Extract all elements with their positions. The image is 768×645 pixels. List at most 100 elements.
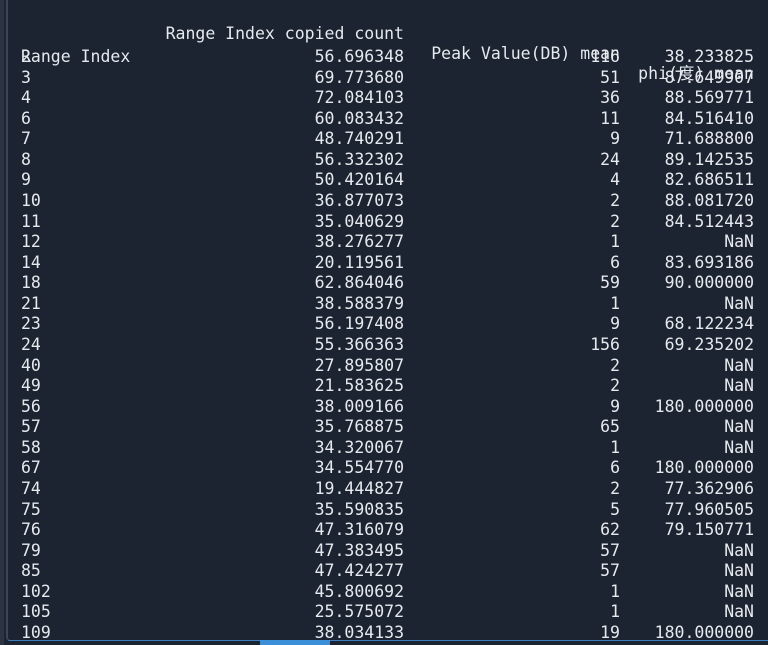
phi-mean: 38.233825 [664, 47, 754, 66]
peak-value: 6 [610, 458, 620, 478]
phi-mean: 88.081720 [664, 190, 754, 210]
row-index: 6 [21, 108, 31, 128]
column-header-row: Range Index copied count Peak Value(DB) … [8, 4, 768, 83]
row-index: 3 [21, 67, 31, 87]
row-index: 102 [21, 581, 51, 601]
row-index: 7 [21, 129, 31, 149]
row-index: 74 [21, 478, 41, 498]
peak-value: 19 [600, 622, 620, 641]
peak-value: 62 [600, 520, 620, 540]
row-index: 40 [21, 355, 41, 375]
row-index: 79 [21, 540, 41, 560]
copied-count: 62.864046 [314, 273, 404, 293]
table-row: 56 38.009166 9 180.000000 [8, 397, 768, 417]
peak-value: 1 [610, 232, 620, 252]
copied-count: 56.332302 [314, 149, 404, 169]
peak-value: 51 [600, 67, 620, 87]
peak-value: 57 [600, 540, 620, 560]
phi-mean: 89.142535 [664, 149, 754, 169]
row-index: 12 [21, 232, 41, 252]
peak-value: 9 [610, 129, 620, 149]
copied-count: 38.009166 [314, 396, 404, 416]
peak-value: 59 [600, 273, 620, 293]
copied-count: 27.895807 [314, 355, 404, 375]
peak-value: 1 [610, 293, 620, 313]
peak-value: 156 [590, 334, 620, 354]
peak-value: 2 [610, 211, 620, 231]
peak-value: 1 [610, 437, 620, 457]
table-row: 109 38.034133 19 180.000000 [8, 622, 768, 641]
table-row: 21 38.588379 1 NaN [8, 294, 768, 314]
phi-mean: 180.000000 [654, 396, 754, 416]
row-index: 75 [21, 499, 41, 519]
peak-value: 2 [610, 190, 620, 210]
phi-mean: 68.122234 [664, 314, 754, 334]
table-row: 8 56.332302 24 89.142535 [8, 150, 768, 170]
phi-mean: NaN [724, 376, 754, 396]
table-row: 7 48.740291 9 71.688800 [8, 129, 768, 149]
peak-value: 65 [600, 417, 620, 437]
row-index: 76 [21, 520, 41, 540]
phi-mean: NaN [724, 437, 754, 457]
table-row: 18 62.864046 59 90.000000 [8, 273, 768, 293]
row-index: 9 [21, 170, 31, 190]
peak-value: 1 [610, 581, 620, 601]
phi-mean: NaN [724, 561, 754, 581]
table-row: 24 55.366363 156 69.235202 [8, 335, 768, 355]
table-row: 58 34.320067 1 NaN [8, 438, 768, 458]
phi-mean: 84.516410 [664, 108, 754, 128]
phi-mean: 84.512443 [664, 211, 754, 231]
index-name-row: Range Index [8, 27, 768, 66]
table-row: 75 35.590835 5 77.960505 [8, 500, 768, 520]
copied-count: 56.696348 [314, 47, 404, 66]
copied-count: 50.420164 [314, 170, 404, 190]
copied-count: 56.197408 [314, 314, 404, 334]
row-index: 85 [21, 561, 41, 581]
copied-count: 47.383495 [314, 540, 404, 560]
phi-mean: NaN [724, 232, 754, 252]
table-row: 57 35.768875 65 NaN [8, 417, 768, 437]
phi-mean: 88.569771 [664, 88, 754, 108]
phi-mean: 83.693186 [664, 252, 754, 272]
peak-value: 2 [610, 376, 620, 396]
peak-value: 36 [600, 88, 620, 108]
table-row: 67 34.554770 6 180.000000 [8, 458, 768, 478]
phi-mean: NaN [724, 540, 754, 560]
peak-value: 6 [610, 252, 620, 272]
row-index: 56 [21, 396, 41, 416]
window-edge [0, 0, 4, 645]
row-index: 24 [21, 334, 41, 354]
phi-mean: NaN [724, 355, 754, 375]
row-index: 10 [21, 190, 41, 210]
row-index: 49 [21, 376, 41, 396]
copied-count: 45.800692 [314, 581, 404, 601]
row-index: 4 [21, 88, 31, 108]
copied-count: 47.424277 [314, 561, 404, 581]
table-row: 23 56.197408 9 68.122234 [8, 314, 768, 334]
phi-mean: 77.960505 [664, 499, 754, 519]
table-row: 9 50.420164 4 82.686511 [8, 170, 768, 190]
table-row: 3 69.773680 51 87.649907 [8, 68, 768, 88]
peak-value: 11 [600, 108, 620, 128]
phi-mean: NaN [724, 417, 754, 437]
table-row: 14 20.119561 6 83.693186 [8, 253, 768, 273]
table-row: 76 47.316079 62 79.150771 [8, 520, 768, 540]
horizontal-scrollbar[interactable] [260, 640, 330, 645]
copied-count: 35.040629 [314, 211, 404, 231]
copied-count: 34.320067 [314, 437, 404, 457]
peak-value: 24 [600, 149, 620, 169]
phi-mean: 79.150771 [664, 520, 754, 540]
row-index: 8 [21, 149, 31, 169]
table-row: 2 56.696348 116 38.233825 [8, 47, 768, 67]
copied-count: 38.588379 [314, 293, 404, 313]
peak-value: 5 [610, 499, 620, 519]
table-row: 105 25.575072 1 NaN [8, 602, 768, 622]
copied-count: 20.119561 [314, 252, 404, 272]
table-row: 4 72.084103 36 88.569771 [8, 88, 768, 108]
table-row: 79 47.383495 57 NaN [8, 541, 768, 561]
copied-count: 35.590835 [314, 499, 404, 519]
copied-count: 21.583625 [314, 376, 404, 396]
row-index: 2 [21, 47, 31, 66]
copied-count: 69.773680 [314, 67, 404, 87]
copied-count: 36.877073 [314, 190, 404, 210]
